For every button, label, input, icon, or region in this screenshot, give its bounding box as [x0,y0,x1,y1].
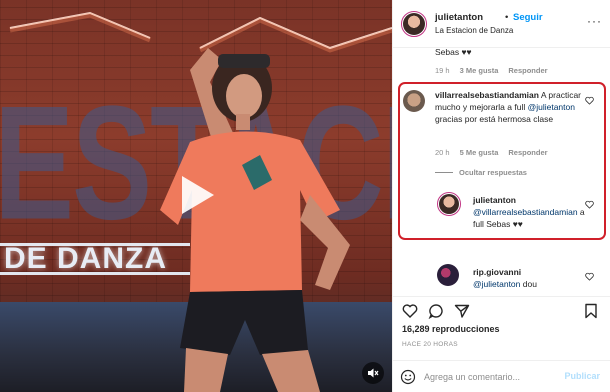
post-time: HACE 20 HORAS [402,341,458,348]
header-username[interactable]: julietanton [435,12,483,23]
heart-icon[interactable] [402,303,418,319]
action-bar [392,296,610,320]
views-count[interactable]: 16,289 reproducciones [402,324,500,334]
heart-icon[interactable] [585,96,594,105]
comment-time: 19 h [435,66,450,75]
comment-likes[interactable]: 5 Me gusta [460,148,499,157]
comment-tail: Sebas ♥♥ [435,48,472,58]
mute-icon [368,368,379,378]
publish-button[interactable]: Publicar [564,371,600,381]
heart-icon[interactable] [585,272,594,281]
separator-dot: • [505,12,509,23]
mute-button[interactable] [362,362,384,384]
comment-likes[interactable]: 3 Me gusta [460,66,499,75]
post-header: julietanton • Seguir La Estacion de Danz… [393,0,610,48]
mention-link[interactable]: @julietanton [473,279,520,289]
comment-text: Sebas ♥♥ [435,48,472,57]
comment-text: gracias por está hermosa clase [435,114,554,124]
avatar[interactable] [401,11,427,37]
add-comment-bar: Publicar [392,360,610,392]
hide-replies-button[interactable]: Ocultar respuestas [435,168,527,177]
comment-reply: julietanton @villarrealsebastiandamian a… [473,194,587,230]
avatar[interactable] [437,264,459,286]
comment-text: dou [520,279,537,289]
hide-replies-label: Ocultar respuestas [459,168,527,177]
comment-input[interactable] [424,369,564,385]
comment-username[interactable]: julietanton [473,194,587,206]
comment-main: villarrealsebastiandamian A practicar mu… [435,89,585,125]
divider [435,172,453,173]
heart-icon[interactable] [585,200,594,209]
reply-button[interactable]: Responder [508,66,547,75]
mention-link[interactable]: @julietanton [528,102,575,112]
location-link[interactable]: La Estacion de Danza [435,26,513,35]
avatar[interactable] [437,192,461,216]
mention-link[interactable]: @villarrealsebastiandamian [473,207,578,217]
follow-button[interactable]: Seguir [513,12,543,23]
more-icon[interactable]: ··· [587,14,602,28]
comment-icon[interactable] [428,303,444,319]
video-player[interactable]: ESTACIÓN DE DANZA [0,0,392,392]
comments-list[interactable]: Sebas ♥♥ 19 h 3 Me gusta Responder villa… [393,48,610,292]
comment-meta: 19 h 3 Me gusta Responder [435,66,548,75]
bookmark-icon[interactable] [584,303,598,319]
emoji-icon[interactable] [400,369,416,385]
comment-username[interactable]: rip.giovanni [473,266,587,278]
comment-time: 20 h [435,148,450,157]
avatar[interactable] [403,90,425,112]
comment-next: rip.giovanni @julietanton dou [473,266,587,290]
reply-button[interactable]: Responder [508,148,547,157]
share-icon[interactable] [454,303,470,319]
comment-meta: 20 h 5 Me gusta Responder [435,148,548,157]
play-icon[interactable] [170,170,220,220]
comment-username[interactable]: villarrealsebastiandamian [435,90,539,100]
